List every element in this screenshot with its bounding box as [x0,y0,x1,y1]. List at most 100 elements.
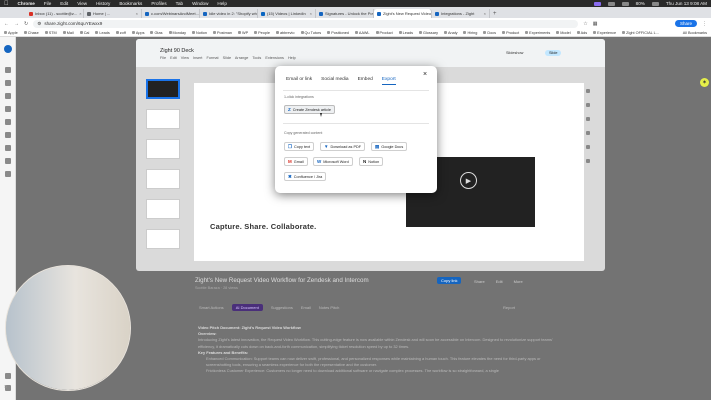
menu-edit[interactable]: Edit [60,1,68,6]
browser-tab[interactable]: Inbox (11) - scottie@z... × [26,9,84,18]
back-icon[interactable]: ← [4,21,9,27]
bookmark-item[interactable]: Analy [443,31,457,35]
bookmark-item[interactable]: People [254,31,270,35]
tab-embed[interactable]: Embed [358,77,373,85]
browser-tab[interactable]: Signatures - Unlock the Pow...× [316,9,374,18]
tab-suggestions[interactable]: Suggestions [271,305,293,310]
bookmark-item[interactable]: AAWL [354,31,370,35]
menu-file[interactable]: File [44,1,51,6]
bookmark-item[interactable]: Monday [168,31,186,35]
play-icon[interactable]: ▶ [460,172,477,189]
browser-tab[interactable]: Integrations - Zight × [432,9,490,18]
browser-tab[interactable]: (15) Videos | LinkedIn × [258,9,316,18]
bookmark-item[interactable]: Model [556,31,571,35]
tab-close-icon[interactable]: × [310,11,312,16]
bookmark-item[interactable]: Experiments [525,31,550,35]
ai-assistant-icon[interactable]: ✶ [700,78,709,87]
tab-notes-pitch[interactable]: Notes Pitch [319,305,339,310]
tab-export[interactable]: Export [381,77,396,85]
bookmark-item[interactable]: abbrevio [275,31,295,35]
battery-level[interactable]: 80% [636,1,645,6]
create-zendesk-article-button[interactable]: Z Create Zendesk article [284,105,335,114]
bookmark-item[interactable]: Apple [4,31,18,35]
bookmark-item[interactable]: Leads [398,31,413,35]
bookmark-item[interactable]: Leads [95,31,110,35]
tab-close-icon[interactable]: × [484,11,486,16]
team-icon[interactable] [5,132,11,138]
gmail-button[interactable]: M Gmail [284,157,308,166]
tab-email[interactable]: Email [301,305,311,310]
copy-text-button[interactable]: ❐ Copy text [284,142,315,151]
report-button[interactable]: Report [503,305,515,310]
bookmark-item[interactable]: Apps [131,31,144,35]
confluence-jira-button[interactable]: ✖ Confluence / Jira [284,172,327,181]
library-icon[interactable] [5,80,11,86]
bookmark-item[interactable]: zoff [115,31,126,35]
edit-action[interactable]: Edit [496,279,503,284]
browser-tab[interactable]: Idle video in 2: "Shopify wh...× [200,9,258,18]
bookmark-item[interactable]: Glossary [419,31,438,35]
videos-icon[interactable] [5,93,11,99]
collections-icon[interactable] [5,119,11,125]
bookmark-item[interactable]: Postman [213,31,232,35]
menu-bookmarks[interactable]: Bookmarks [119,1,142,6]
extensions-icon[interactable]: ▦ [593,21,598,27]
bookmark-star-icon[interactable]: ☆ [583,21,587,27]
bookmark-item[interactable]: Notion [192,31,207,35]
bookmark-item[interactable]: Mail [62,31,74,35]
tab-ai-document[interactable]: AI Document [231,304,263,311]
tab-social-media[interactable]: Social media [321,77,348,85]
menu-history[interactable]: History [96,1,110,6]
home-icon[interactable] [5,67,11,73]
bookmark-item[interactable]: Zight OFFICIAL L... [622,31,659,35]
bookmark-item[interactable]: Qu Tutors [300,31,321,35]
app-status-icon[interactable] [607,1,615,6]
menu-window[interactable]: Window [192,1,208,6]
more-action[interactable]: More [514,279,523,284]
clock[interactable]: Thu Jun 13 9:08 AM [666,1,707,6]
menu-view[interactable]: View [77,1,87,6]
bookmark-item[interactable]: Gtas [150,31,163,35]
bookmark-item[interactable]: Positioned [327,31,349,35]
browser-tab[interactable]: Zight's New Request Video ...× [374,9,432,18]
trash-icon[interactable] [5,171,11,177]
menu-help[interactable]: Help [217,1,226,6]
url-field[interactable]: ⚙ share.zight.com/6quYEwxx9 [33,19,579,28]
reload-icon[interactable]: ↻ [24,21,28,27]
bookmark-item[interactable]: Experience [593,31,616,35]
app-status-icon[interactable] [621,1,629,6]
browser-tab[interactable]: c.com/WebinarsAndMeet...× [142,9,200,18]
forward-icon[interactable]: → [14,21,19,27]
recording-icon[interactable] [593,1,601,6]
bookmark-item[interactable]: Hiring [463,31,477,35]
bookmark-item[interactable]: Cal [79,31,89,35]
more-icon[interactable]: ⋮ [702,21,707,27]
all-bookmarks-button[interactable]: All Bookmarks [683,31,707,35]
bookmark-item[interactable]: WP [237,31,248,35]
bookmark-item[interactable]: Chase [23,31,39,35]
bookmark-item[interactable]: Ads [576,31,587,35]
google-docs-button[interactable]: ▤ Google Docs [371,142,408,151]
menu-tab[interactable]: Tab [176,1,183,6]
apple-icon[interactable]:  [4,1,9,7]
notion-button[interactable]: N Notion [359,157,384,166]
bookmark-item[interactable]: Product [502,31,519,35]
menu-profiles[interactable]: Profiles [151,1,166,6]
bookmark-item[interactable]: Docs [483,31,496,35]
menu-chrome[interactable]: Chrome [18,1,35,6]
integrations-icon[interactable] [5,145,11,151]
screenshots-icon[interactable] [5,106,11,112]
browser-tab[interactable]: Home | ... × [84,9,142,18]
share-button[interactable]: Share [674,20,697,27]
site-info-icon[interactable]: ⚙ [37,21,41,27]
share-action[interactable]: Share [474,279,485,284]
download-pdf-button[interactable]: ▼ Download as PDF [320,142,366,151]
tab-email-or-link[interactable]: Email or link [286,77,312,85]
copy-link-button[interactable]: Copy link [437,277,462,284]
zight-logo-icon[interactable] [4,45,12,53]
microsoft-word-button[interactable]: W Microsoft Word [313,157,353,166]
wifi-icon[interactable] [651,1,659,6]
bookmark-item[interactable]: STM [44,31,57,35]
analytics-icon[interactable] [5,158,11,164]
tab-smart-actions[interactable]: Smart Actions [199,305,224,310]
